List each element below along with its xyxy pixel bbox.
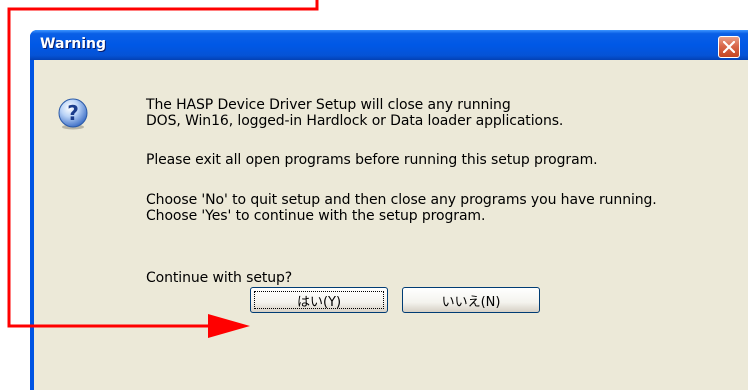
annotation-arrow: [7, 0, 319, 338]
